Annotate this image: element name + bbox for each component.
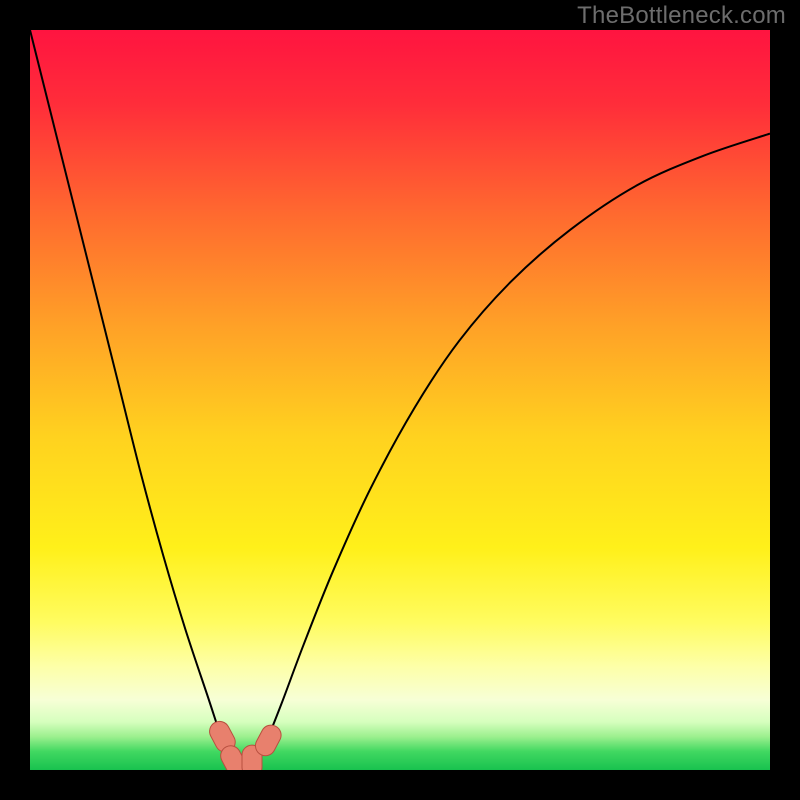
chart-frame: TheBottleneck.com	[0, 0, 800, 800]
gradient-background	[30, 30, 770, 770]
attribution-text: TheBottleneck.com	[577, 2, 786, 30]
chart-svg	[30, 30, 770, 770]
plot-area	[30, 30, 770, 770]
